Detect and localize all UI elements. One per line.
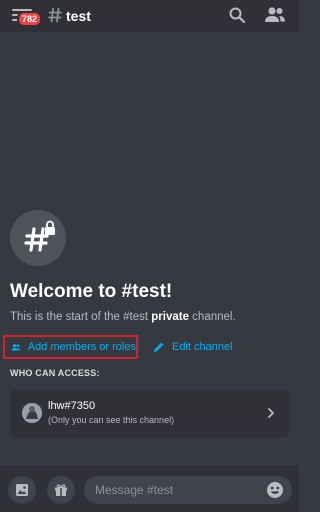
pencil-icon xyxy=(154,342,164,352)
gift-icon xyxy=(55,484,67,496)
composer-bar xyxy=(0,466,299,512)
chevron-right-icon xyxy=(268,408,274,418)
private-label: private xyxy=(151,311,189,323)
lock-icon xyxy=(45,220,55,235)
who-can-access-heading: WHO CAN ACCESS: xyxy=(10,368,100,378)
welcome-subtitle: This is the start of the #test private c… xyxy=(10,311,236,323)
image-icon xyxy=(16,484,28,496)
members-icon[interactable] xyxy=(264,6,286,24)
app-window: 782 test Welcome to #test! This is the s… xyxy=(0,0,299,512)
add-members-button[interactable]: Add members or roles xyxy=(3,335,138,359)
upload-image-button[interactable] xyxy=(8,476,36,504)
welcome-title: Welcome to #test! xyxy=(10,281,173,302)
avatar xyxy=(22,403,42,423)
member-note: (Only you can see this channel) xyxy=(48,415,175,425)
access-member-row[interactable]: lhw#7350 (Only you can see this channel) xyxy=(10,390,289,438)
gift-button[interactable] xyxy=(47,476,75,504)
notification-badge: 782 xyxy=(17,11,43,27)
emoji-icon[interactable] xyxy=(266,481,284,499)
edit-channel-label: Edit channel xyxy=(172,341,233,353)
top-bar: 782 test xyxy=(0,0,299,32)
edit-channel-button[interactable]: Edit channel xyxy=(151,335,233,359)
add-members-label: Add members or roles xyxy=(27,341,136,353)
hash-icon xyxy=(48,7,62,23)
message-input[interactable] xyxy=(84,476,292,504)
member-name: lhw#7350 xyxy=(48,400,96,412)
add-person-icon xyxy=(11,343,21,351)
hash-lock-icon xyxy=(24,220,55,252)
search-icon[interactable] xyxy=(228,6,246,24)
channel-avatar xyxy=(10,210,66,266)
channel-title: test xyxy=(66,8,91,24)
